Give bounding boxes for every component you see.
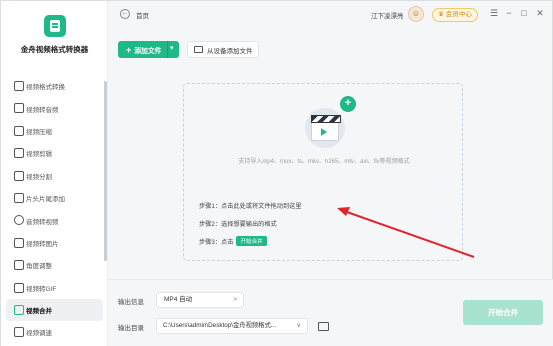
menu-icon[interactable]: ☰	[489, 8, 499, 18]
sidebar-item-label: 片头片尾添加	[26, 196, 65, 204]
audio-icon	[14, 103, 24, 114]
step-3-text: 步骤3：点击	[199, 238, 234, 246]
sidebar-item-speed[interactable]: 视频调速	[1, 321, 108, 343]
minimize-icon[interactable]: −	[504, 8, 514, 18]
sidebar-item-label: 音频转视频	[26, 218, 59, 226]
output-dir-label: 输出目录	[118, 325, 144, 332]
add-from-device-label: 从设备添加文件	[207, 47, 253, 55]
avatar[interactable]: ☺	[408, 6, 424, 22]
plus-icon: +	[126, 44, 132, 55]
sidebar-item-audio-to-video[interactable]: 音频转视频	[1, 209, 108, 231]
output-format-label: 输出信息	[118, 299, 144, 306]
sidebar: 金舟视频格式转换器 视频格式转换 视频转音频 视频压缩 视频剪辑 视频分割 片头…	[1, 1, 108, 346]
step-2: 步骤2：选择想要输出的格式	[199, 220, 277, 228]
app-logo-icon	[43, 15, 66, 37]
sidebar-item-label: 视频转音频	[26, 106, 59, 114]
username[interactable]: 江下凌漂亮	[371, 10, 404, 20]
gif-icon	[14, 282, 24, 293]
sidebar-item-merge[interactable]: 视频合并	[6, 298, 103, 322]
image-icon	[14, 237, 24, 248]
sidebar-item-rotate[interactable]: 角度调整	[1, 254, 108, 276]
play-icon	[321, 128, 327, 136]
back-arrow-icon[interactable]: ←	[120, 9, 130, 19]
chevron-down-icon: ∨	[296, 322, 301, 329]
app-window: 金舟视频格式转换器 视频格式转换 视频转音频 视频压缩 视频剪辑 视频分割 片头…	[0, 0, 553, 346]
crown-icon: ♛	[438, 11, 444, 18]
sidebar-item-label: 视频转GIF	[26, 285, 57, 293]
maximize-icon[interactable]: □	[519, 8, 529, 18]
start-merge-button[interactable]: 开始合并	[463, 300, 543, 325]
split-icon	[14, 170, 24, 181]
sidebar-scrollbar[interactable]	[104, 81, 107, 261]
output-dir-select[interactable]: C:\Users\admin\Desktop\金舟视频格式... ∨	[156, 318, 308, 334]
start-merge-tag: 开始合并	[236, 236, 267, 246]
sidebar-item-label: 视频压缩	[26, 128, 52, 136]
vip-center-button[interactable]: ♛ 会员中心	[432, 8, 478, 22]
button-divider	[167, 41, 168, 58]
sidebar-item-label: 视频调速	[26, 330, 52, 338]
step-3: 步骤3：点击 开始合并	[199, 232, 301, 250]
sidebar-item-format-convert[interactable]: 视频格式转换	[1, 75, 108, 97]
output-format-value: MP4 自动	[164, 296, 193, 303]
speed-icon	[14, 327, 24, 338]
output-format-select[interactable]: MP4 自动 >	[156, 292, 244, 308]
compress-icon	[14, 125, 24, 136]
sidebar-item-label: 视频合并	[26, 308, 52, 316]
app-brand: 金舟视频格式转换器	[1, 15, 108, 55]
add-plus-icon[interactable]: +	[340, 96, 356, 112]
sidebar-item-gif[interactable]: 视频转GIF	[1, 277, 108, 299]
sidebar-item-label: 视频转图片	[26, 240, 59, 248]
audio-to-video-icon	[14, 215, 24, 226]
sidebar-nav: 视频格式转换 视频转音频 视频压缩 视频剪辑 视频分割 片头片尾添加 音频转视频…	[1, 75, 108, 344]
close-icon[interactable]: ✕	[535, 8, 545, 18]
rotate-icon	[14, 260, 24, 271]
device-icon	[194, 46, 203, 53]
chevron-right-icon: >	[233, 296, 237, 303]
sidebar-item-compress[interactable]: 视频压缩	[1, 120, 108, 142]
title-bar: ← 首页 江下凌漂亮 ☺ ♛ 会员中心 ☰ − □ ✕	[108, 1, 553, 31]
sidebar-item-label: 视频格式转换	[26, 84, 65, 92]
intro-outro-icon	[14, 192, 24, 203]
breadcrumb[interactable]: 首页	[136, 10, 149, 20]
add-file-button[interactable]: + 添加文件 ▾	[118, 41, 179, 58]
chevron-down-icon[interactable]: ▾	[170, 44, 174, 52]
merge-icon	[14, 304, 24, 315]
add-from-device-button[interactable]: 从设备添加文件	[187, 41, 259, 58]
output-settings-bar: 输出信息 MP4 自动 > 输出目录 C:\Users\admin\Deskto…	[108, 279, 553, 346]
sidebar-item-intro-outro[interactable]: 片头片尾添加	[1, 187, 108, 209]
edit-icon	[14, 148, 24, 159]
sidebar-item-split[interactable]: 视频分割	[1, 165, 108, 187]
sidebar-item-video-to-audio[interactable]: 视频转音频	[1, 97, 108, 119]
vip-label: 会员中心	[445, 11, 472, 18]
file-drop-zone[interactable]: + 支持导入mp4、mov、ts、mkv、h265、mtv、avi、flv等视频…	[183, 83, 463, 261]
video-import-illustration	[305, 98, 345, 148]
sidebar-item-edit[interactable]: 视频剪辑	[1, 142, 108, 164]
sidebar-item-label: 视频剪辑	[26, 151, 52, 159]
add-file-label: 添加文件	[134, 47, 162, 55]
folder-icon[interactable]	[318, 322, 329, 331]
steps-list: 步骤1：点击此处或将文件拖动到这里 步骤2：选择想要输出的格式 步骤3：点击 开…	[199, 196, 301, 250]
sidebar-item-label: 视频分割	[26, 173, 52, 181]
app-name: 金舟视频格式转换器	[20, 45, 89, 54]
convert-icon	[14, 81, 24, 91]
output-dir-value: C:\Users\admin\Desktop\金舟视频格式...	[163, 322, 277, 329]
supported-formats-text: 支持导入mp4、mov、ts、mkv、h265、mtv、avi、flv等视频格式	[238, 159, 410, 165]
step-1: 步骤1：点击此处或将文件拖动到这里	[199, 202, 302, 210]
sidebar-item-label: 角度调整	[26, 263, 52, 271]
sidebar-item-video-to-image[interactable]: 视频转图片	[1, 232, 108, 254]
main-content: + 支持导入mp4、mov、ts、mkv、h265、mtv、avi、flv等视频…	[108, 67, 553, 279]
